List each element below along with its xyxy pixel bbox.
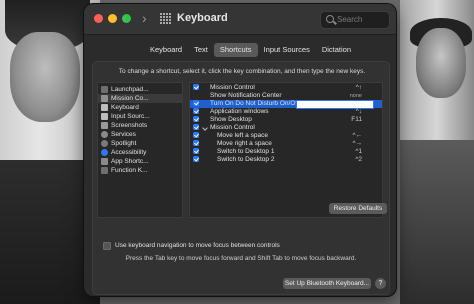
shortcut-checkbox[interactable] [193, 108, 199, 114]
accessibility-icon [101, 149, 108, 156]
setup-bluetooth-keyboard-button[interactable]: Set Up Bluetooth Keyboard... [283, 278, 371, 289]
shortcut-row[interactable]: Show Desktop F11 [190, 116, 382, 124]
launchpad-icon [101, 86, 108, 93]
category-item-accessibility[interactable]: Accessibility [98, 148, 182, 157]
keyboard-navigation-label: Use keyboard navigation to move focus be… [115, 242, 280, 249]
titlebar: ‹ › Keyboard [84, 4, 396, 35]
background-body-right [400, 140, 474, 304]
category-item-mission-control[interactable]: Mission Co... [98, 94, 182, 103]
shortcut-row[interactable]: Switch to Desktop 2 ^2 [190, 156, 382, 164]
shortcut-checkbox[interactable] [193, 124, 199, 130]
category-item-spotlight[interactable]: Spotlight [98, 139, 182, 148]
shortcuts-panel: To change a shortcut, select it, click t… [92, 61, 390, 295]
function-keys-icon [101, 167, 108, 174]
app-shortcuts-icon [101, 158, 108, 165]
keyboard-preferences-window: ‹ › Keyboard Keyboard Text Shortcuts Inp… [84, 4, 396, 296]
keyboard-navigation-checkbox[interactable] [103, 242, 111, 250]
shortcut-checkbox[interactable] [193, 84, 199, 90]
shortcut-checkbox[interactable] [193, 140, 199, 146]
window-title: Keyboard [177, 12, 228, 24]
help-button[interactable]: ? [375, 278, 386, 289]
shortcut-row[interactable]: Move left a space ^← [190, 132, 382, 140]
shortcut-checkbox[interactable] [193, 132, 199, 138]
instructions-text: To change a shortcut, select it, click t… [118, 68, 366, 75]
category-item-launchpad[interactable]: Launchpad... [98, 85, 182, 94]
category-item-app-shortcuts[interactable]: App Shortc... [98, 157, 182, 166]
shortcut-row[interactable]: Application windows ^↓ [190, 108, 382, 116]
close-button[interactable] [94, 14, 103, 23]
shortcut-list: Mission Control ^↑ Show Notification Cen… [189, 82, 383, 218]
category-item-screenshots[interactable]: Screenshots [98, 121, 182, 130]
background-photo-right [400, 0, 474, 304]
tab-dictation[interactable]: Dictation [316, 43, 357, 57]
screenshots-icon [101, 122, 108, 129]
forward-icon[interactable]: › [142, 10, 147, 26]
shortcut-group-row[interactable]: Mission Control [190, 124, 382, 132]
tab-shortcuts[interactable]: Shortcuts [213, 43, 258, 57]
shortcut-row-selected[interactable]: Turn On Do Not Disturb On/Off [190, 100, 382, 109]
back-icon[interactable]: ‹ [122, 10, 127, 26]
keyboard-icon [101, 104, 108, 111]
search-icon [326, 15, 334, 23]
shortcut-row[interactable]: Mission Control ^↑ [190, 84, 382, 92]
chevron-down-icon[interactable] [202, 125, 208, 131]
tab-keyboard[interactable]: Keyboard [144, 43, 188, 57]
shortcut-row[interactable]: Switch to Desktop 1 ^1 [190, 148, 382, 156]
shortcut-checkbox[interactable] [193, 156, 199, 162]
background-face [10, 32, 80, 122]
tab-bar: Keyboard Text Shortcuts Input Sources Di… [144, 43, 357, 57]
background-head-right [416, 28, 466, 98]
category-item-input-sources[interactable]: Input Sourc... [98, 112, 182, 121]
shortcut-row[interactable]: Move right a space ^→ [190, 140, 382, 148]
show-all-grid-icon[interactable] [160, 13, 171, 24]
keyboard-navigation-hint: Press the Tab key to move focus forward … [125, 255, 357, 262]
shortcut-checkbox[interactable] [193, 148, 199, 154]
category-list: Launchpad... Mission Co... Keyboard Inpu… [97, 82, 183, 218]
category-item-keyboard[interactable]: Keyboard [98, 103, 182, 112]
spotlight-icon [101, 140, 108, 147]
tab-text[interactable]: Text [188, 43, 214, 57]
shortcut-row[interactable]: Show Notification Center none [190, 92, 382, 100]
input-sources-icon [101, 113, 108, 120]
category-item-services[interactable]: Services [98, 130, 182, 139]
tab-input-sources[interactable]: Input Sources [258, 43, 316, 57]
search-field[interactable] [320, 11, 390, 29]
search-input[interactable] [337, 13, 385, 26]
services-icon [101, 131, 108, 138]
restore-defaults-button[interactable]: Restore Defaults [329, 203, 387, 214]
shortcut-checkbox[interactable] [193, 100, 199, 106]
category-item-function-keys[interactable]: Function K... [98, 166, 182, 175]
minimize-button[interactable] [108, 14, 117, 23]
shortcut-checkbox[interactable] [193, 116, 199, 122]
mission-control-icon [101, 95, 108, 102]
